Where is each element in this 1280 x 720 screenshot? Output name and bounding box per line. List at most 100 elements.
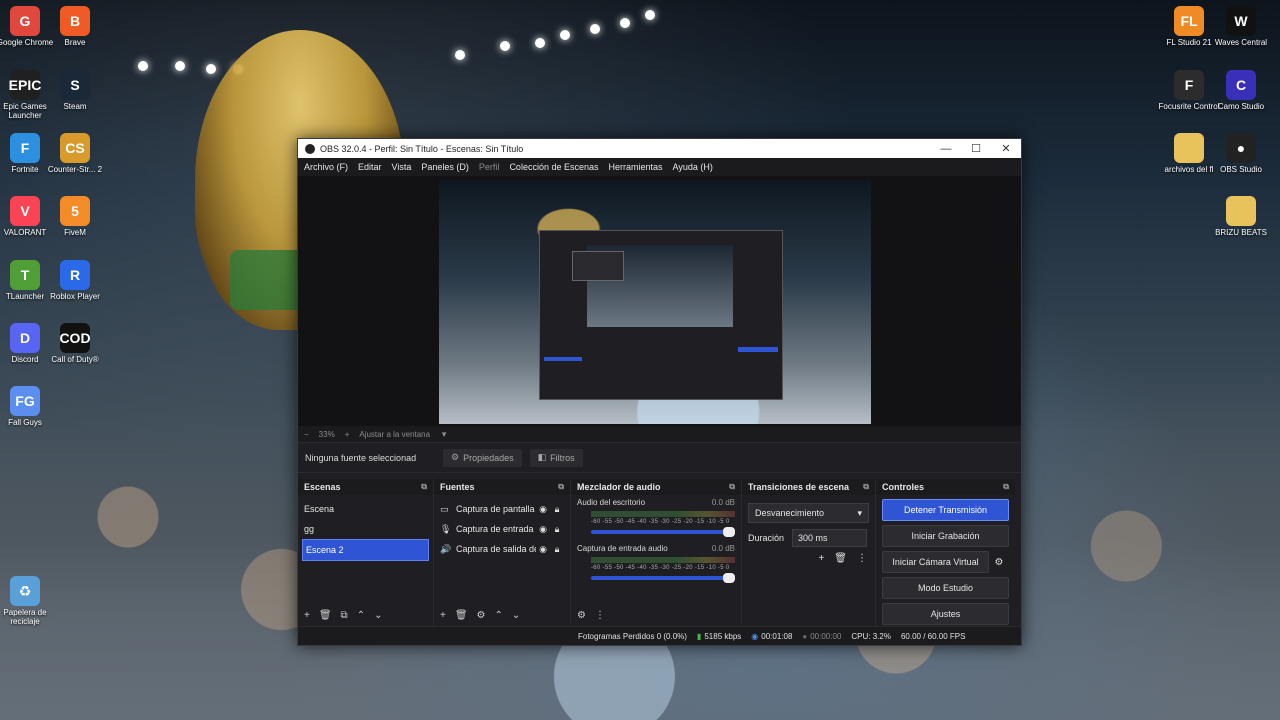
scene-item[interactable]: gg [298, 519, 433, 539]
desktop-icon[interactable]: ● OBS Studio [1206, 133, 1276, 174]
move-up-button[interactable]: ⌃ [357, 610, 365, 621]
app-icon [1226, 196, 1256, 226]
duration-input[interactable]: 300 ms [792, 529, 868, 547]
minimize-button[interactable]: — [931, 143, 961, 155]
desktop-icon[interactable]: W Waves Central [1206, 6, 1276, 47]
menu-vista[interactable]: Vista [392, 162, 412, 172]
title-bar[interactable]: OBS 32.0.4 - Perfil: Sin Título - Escena… [298, 139, 1021, 158]
desktop-icon-label: Waves Central [1214, 38, 1268, 47]
transition-value: Desvanecimiento [755, 508, 825, 518]
display-capture-icon: ▭ [440, 503, 449, 514]
chevron-down-icon[interactable]: ▼ [440, 430, 448, 439]
eye-icon[interactable]: ◉ [536, 504, 550, 515]
source-properties-button[interactable]: ⚙ [477, 610, 486, 621]
scene-item-selected[interactable]: Escena 2 [302, 539, 429, 561]
transition-select[interactable]: Desvanecimiento ▾ [748, 503, 869, 523]
zoom-in-button[interactable]: + [345, 430, 350, 439]
close-button[interactable]: ✕ [991, 142, 1021, 155]
lock-icon[interactable]: 🔒︎ [550, 524, 564, 535]
add-source-button[interactable]: + [440, 610, 446, 621]
eye-icon[interactable]: ◉ [536, 544, 550, 555]
stream-icon: ◉ [751, 631, 759, 641]
obs-window[interactable]: OBS 32.0.4 - Perfil: Sin Título - Escena… [297, 138, 1022, 646]
undock-icon[interactable]: ⧉ [558, 482, 564, 492]
menu-herramientas[interactable]: Herramientas [609, 162, 663, 172]
menu-coleccion-escenas[interactable]: Colección de Escenas [509, 162, 598, 172]
properties-button[interactable]: ⚙ Propiedades [443, 448, 522, 467]
start-recording-button[interactable]: Iniciar Grabación [882, 525, 1009, 547]
mixer-settings-button[interactable]: ⚙ [577, 610, 586, 621]
desktop-icon[interactable]: FG Fall Guys [0, 386, 60, 427]
nested-obs-preview [539, 230, 783, 400]
dropped-frames: Fotogramas Perdidos 0 (0.0%) [578, 631, 687, 641]
undock-icon[interactable]: ⧉ [729, 482, 735, 492]
zoom-out-button[interactable]: − [304, 430, 309, 439]
sources-dock: Fuentes ⧉ ▭ Captura de pantalla ◉ 🔒︎ 🎙 C… [434, 479, 571, 627]
gear-icon: ⚙ [451, 452, 460, 462]
remove-source-button[interactable]: 🗑 [455, 610, 468, 621]
undock-icon[interactable]: ⧉ [1003, 482, 1009, 492]
maximize-button[interactable]: ☐ [961, 142, 991, 155]
desktop-icon[interactable]: CS Counter-Str... 2 [40, 133, 110, 174]
desktop-icon-label: Papelera de reciclaje [3, 608, 47, 626]
transitions-title: Transiciones de escena [748, 482, 850, 492]
eye-icon[interactable]: ◉ [536, 524, 550, 535]
source-item[interactable]: 🎙 Captura de entrada de audio ◉ 🔒︎ [434, 519, 570, 539]
desktop-icon[interactable]: C Camo Studio [1206, 70, 1276, 111]
mixer-title: Mezclador de audio [577, 482, 661, 492]
add-scene-button[interactable]: + [304, 610, 310, 621]
slider-knob[interactable] [723, 527, 735, 537]
desktop-icon[interactable]: ♻ Papelera de reciclaje [0, 576, 60, 626]
studio-mode-button[interactable]: Modo Estudio [882, 577, 1009, 599]
lock-icon[interactable]: 🔒︎ [550, 544, 564, 555]
menu-editar[interactable]: Editar [358, 162, 382, 172]
source-down-button[interactable]: ⌄ [512, 610, 520, 621]
menu-perfil[interactable]: Perfil [479, 162, 500, 172]
filters-button[interactable]: ◧ Filtros [529, 448, 583, 467]
mixer-menu-button[interactable]: ⋮ [595, 610, 605, 621]
menu-ayuda[interactable]: Ayuda (H) [673, 162, 713, 172]
status-bar: Fotogramas Perdidos 0 (0.0%) ▮ 5185 kbps… [298, 626, 1021, 645]
preview-area[interactable] [298, 176, 1021, 426]
gear-icon[interactable]: ⚙ [989, 557, 1009, 568]
lock-icon[interactable]: 🔒︎ [550, 504, 564, 515]
undock-icon[interactable]: ⧉ [421, 482, 427, 492]
remove-scene-button[interactable]: 🗑 [319, 610, 332, 621]
source-up-button[interactable]: ⌃ [495, 610, 503, 621]
desktop-icon[interactable]: 5 FiveM [40, 196, 110, 237]
stop-streaming-button[interactable]: Detener Transmisión [882, 499, 1009, 521]
desktop-icon[interactable]: BRIZU BEATS [1206, 196, 1276, 237]
duration-label: Duración [748, 533, 785, 543]
scene-item[interactable]: Escena [298, 499, 433, 519]
remove-transition-button[interactable]: 🗑 [834, 553, 847, 564]
move-down-button[interactable]: ⌄ [374, 610, 382, 621]
transition-menu-button[interactable]: ⋮ [857, 553, 867, 564]
bitrate: 5185 kbps [704, 631, 742, 641]
start-virtual-camera-button[interactable]: Iniciar Cámara Virtual [882, 551, 989, 573]
volume-slider[interactable] [591, 527, 735, 537]
zoom-fit-select[interactable]: Ajustar a la ventana [359, 430, 430, 439]
desktop-icon[interactable]: B Brave [40, 6, 110, 47]
settings-button[interactable]: Ajustes [882, 603, 1009, 625]
source-item[interactable]: ▭ Captura de pantalla ◉ 🔒︎ [434, 499, 570, 519]
scenes-title: Escenas [304, 482, 341, 492]
nested-selected-button [738, 347, 778, 352]
preview-canvas[interactable] [439, 180, 871, 424]
desktop-icon-label: FiveM [64, 228, 86, 237]
volume-slider[interactable] [591, 573, 735, 583]
source-item[interactable]: 🔊 Captura de salida de audio ◉ 🔒︎ [434, 539, 570, 559]
app-icon: CS [60, 133, 90, 163]
scene-filters-button[interactable]: ⧉ [341, 610, 348, 621]
sources-title: Fuentes [440, 482, 475, 492]
zoom-level: 33% [318, 429, 335, 439]
desktop-icon[interactable]: R Roblox Player [40, 260, 110, 301]
desktop-icon[interactable]: S Steam [40, 70, 110, 111]
menu-archivo[interactable]: Archivo (F) [304, 162, 348, 172]
desktop-icon[interactable]: COD Call of Duty® [40, 323, 110, 364]
menu-paneles[interactable]: Paneles (D) [421, 162, 469, 172]
zoom-bar: − 33% + Ajustar a la ventana ▼ [298, 426, 1021, 442]
undock-icon[interactable]: ⧉ [863, 482, 869, 492]
scenes-dock: Escenas ⧉ Escena gg Escena 2 + 🗑 ⧉ ⌃ ⌄ [298, 479, 434, 627]
add-transition-button[interactable]: + [818, 553, 824, 564]
slider-knob[interactable] [723, 573, 735, 583]
